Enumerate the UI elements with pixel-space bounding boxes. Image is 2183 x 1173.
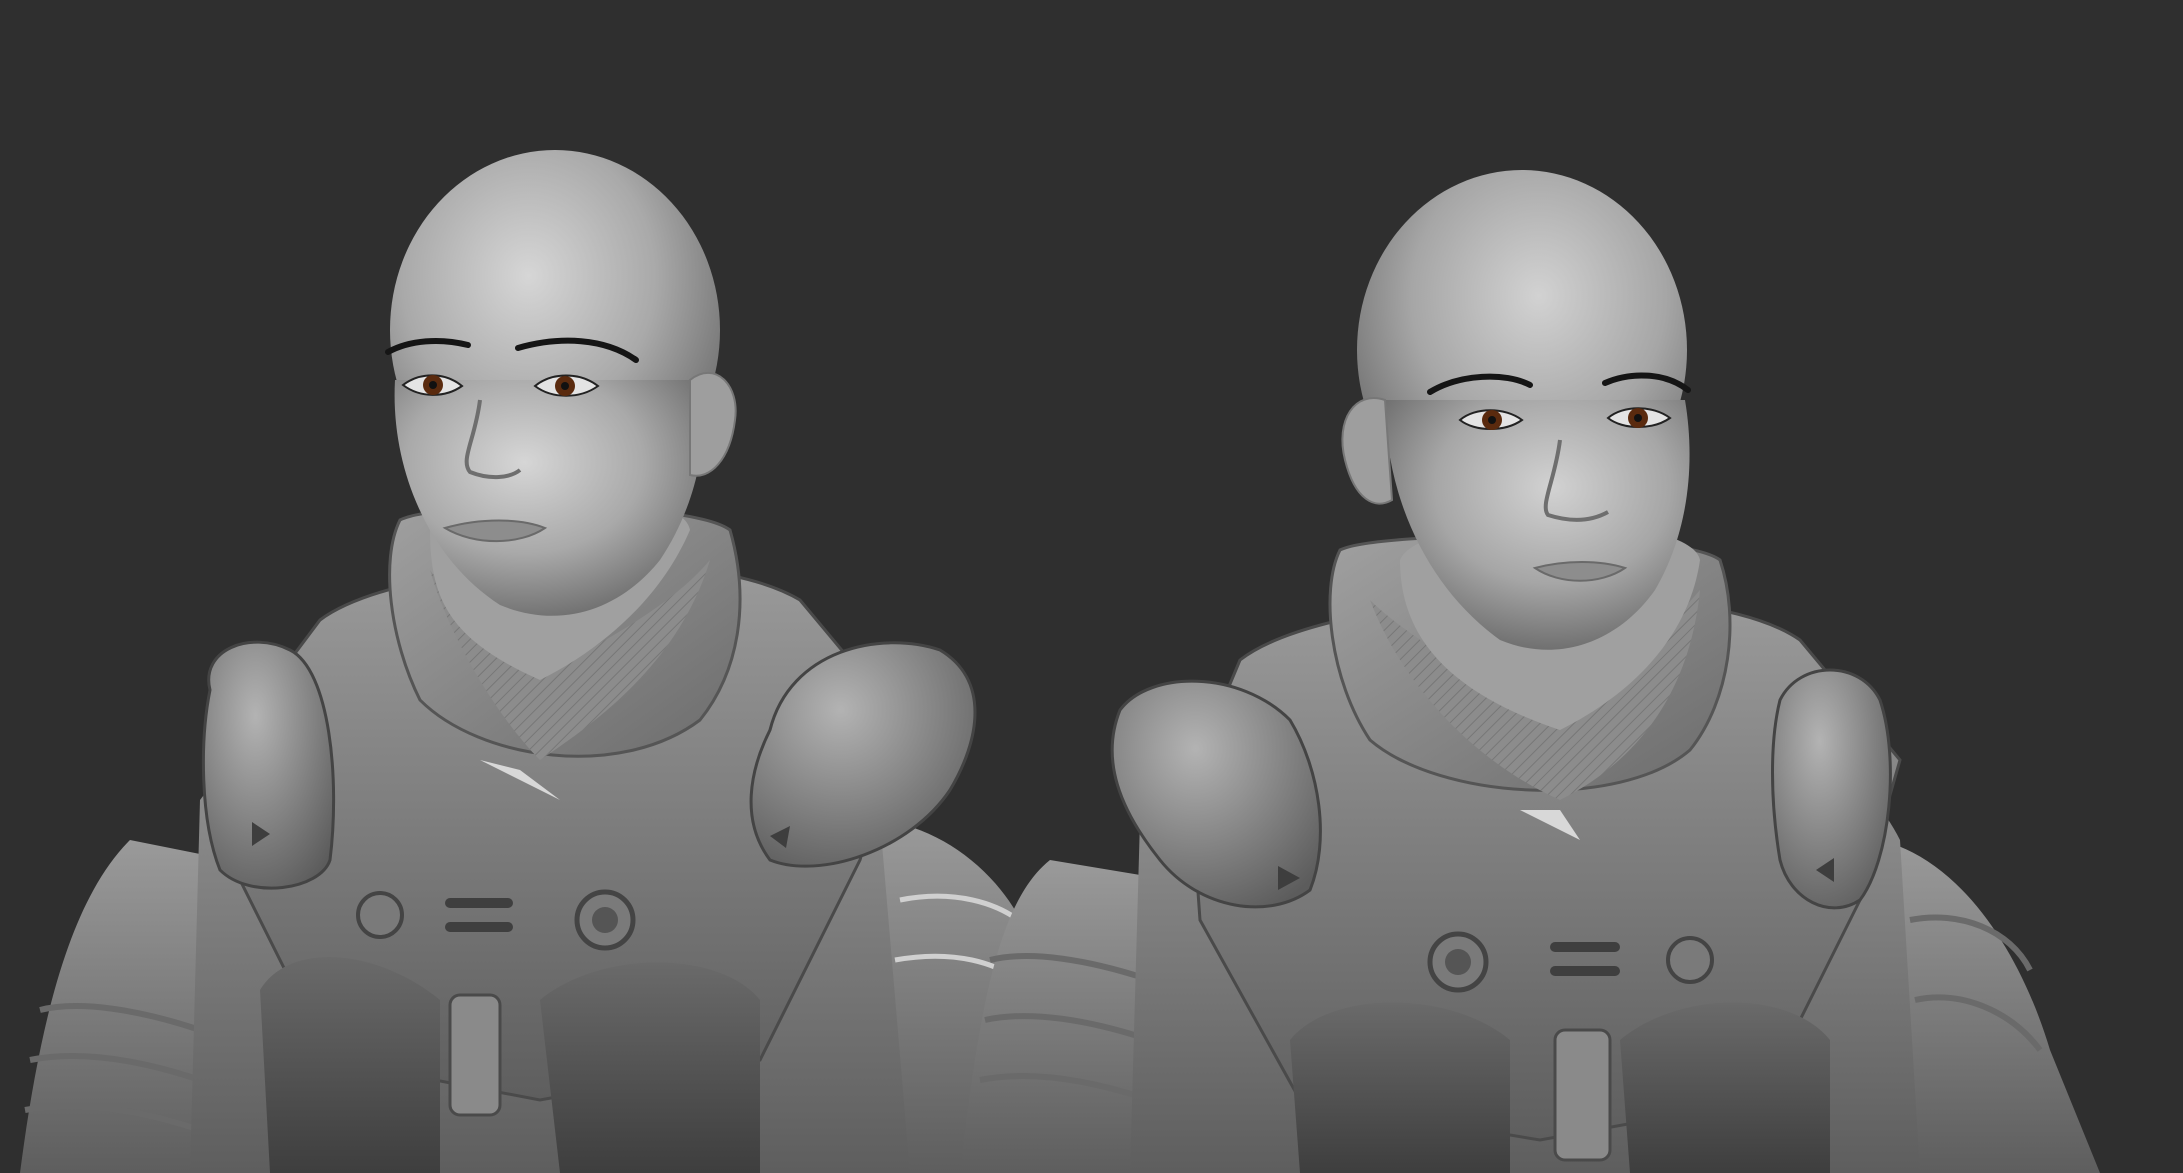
left-figure-ear bbox=[689, 371, 737, 477]
render-canvas bbox=[20, 150, 2100, 1173]
left-figure-vent-top bbox=[445, 898, 513, 908]
right-figure bbox=[960, 170, 2100, 1173]
left-figure-breast-left bbox=[260, 957, 440, 1173]
right-figure-breast-right bbox=[1620, 1002, 1830, 1173]
left-figure bbox=[20, 150, 1040, 1173]
right-figure-chest-slot bbox=[1553, 1028, 1612, 1162]
sculpt-viewport[interactable] bbox=[0, 0, 2183, 1173]
right-figure-port-right bbox=[1666, 936, 1714, 984]
left-figure-chest-slot bbox=[448, 993, 502, 1117]
left-figure-shoulder-pad-left bbox=[201, 640, 336, 890]
right-figure-vent-bottom bbox=[1550, 966, 1620, 976]
right-figure-vent-top bbox=[1550, 942, 1620, 952]
left-figure-breast-right bbox=[540, 962, 760, 1173]
right-figure-ear bbox=[1341, 397, 1394, 505]
left-figure-vent-bottom bbox=[445, 922, 513, 932]
right-figure-breast-left bbox=[1290, 1002, 1510, 1173]
left-figure-port-left bbox=[356, 891, 404, 939]
